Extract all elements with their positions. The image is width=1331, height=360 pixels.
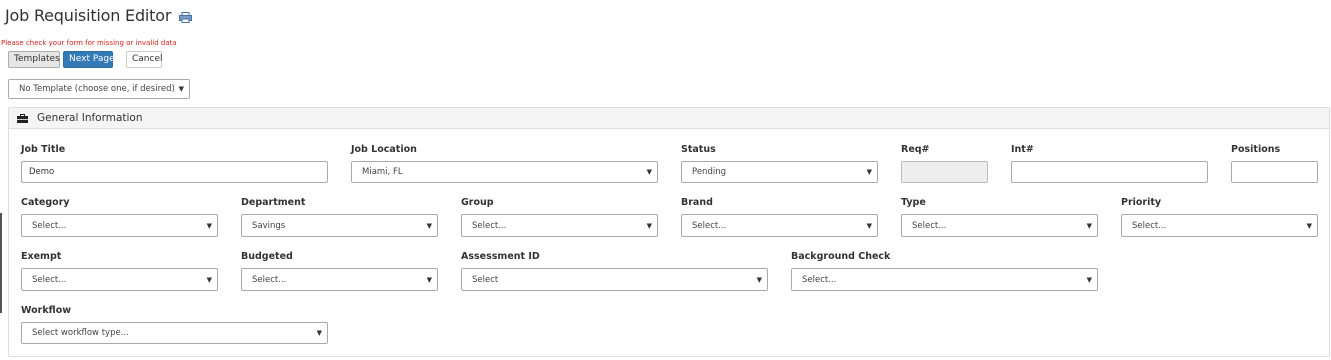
chevron-down-icon: ▼ xyxy=(646,168,652,176)
chevron-down-icon: ▼ xyxy=(178,85,184,93)
print-icon[interactable] xyxy=(179,11,193,23)
priority-value: Select... xyxy=(1132,220,1167,231)
cancel-button[interactable]: Cancel xyxy=(126,51,163,68)
group-value: Select... xyxy=(472,220,507,231)
chevron-down-icon: ▼ xyxy=(426,275,432,284)
chevron-down-icon: ▼ xyxy=(866,168,872,176)
briefcase-icon xyxy=(17,113,28,123)
int-number-input[interactable] xyxy=(1011,161,1208,183)
positions-label: Positions xyxy=(1231,144,1281,155)
templates-button[interactable]: Templates xyxy=(8,51,60,68)
department-select[interactable]: Savings ▼ xyxy=(241,214,438,237)
category-label: Category xyxy=(21,197,70,208)
workflow-label: Workflow xyxy=(21,305,72,316)
job-location-select[interactable]: Miami, FL ▼ xyxy=(351,161,658,183)
workflow-value: Select workflow type... xyxy=(32,328,129,338)
template-select[interactable]: No Template (choose one, if desired) ▼ xyxy=(8,79,190,99)
type-select[interactable]: Select... ▼ xyxy=(901,214,1098,237)
chevron-down-icon: ▼ xyxy=(866,221,872,230)
category-value: Select... xyxy=(32,220,67,231)
department-value: Savings xyxy=(252,220,286,231)
page-title: Job Requisition Editor xyxy=(5,6,172,25)
job-title-label: Job Title xyxy=(21,144,66,155)
chevron-down-icon: ▼ xyxy=(1306,221,1312,230)
title-row: Job Requisition Editor xyxy=(5,6,193,25)
req-number-input xyxy=(901,161,988,183)
status-value: Pending xyxy=(692,167,726,177)
status-label: Status xyxy=(681,144,716,155)
action-toolbar: Templates Next Page Cancel xyxy=(8,51,163,68)
status-select[interactable]: Pending ▼ xyxy=(681,161,878,183)
group-label: Group xyxy=(461,197,494,208)
exempt-value: Select... xyxy=(32,274,67,285)
assessment-id-label: Assessment ID xyxy=(461,251,540,262)
budgeted-value: Select... xyxy=(252,274,287,285)
exempt-label: Exempt xyxy=(21,251,62,262)
type-label: Type xyxy=(901,197,926,208)
background-check-select[interactable]: Select... ▼ xyxy=(791,268,1098,291)
panel-title: General Information xyxy=(37,112,143,124)
job-title-value: Demo xyxy=(29,167,55,177)
int-number-label: Int# xyxy=(1011,144,1034,155)
brand-label: Brand xyxy=(681,197,713,208)
scroll-edge xyxy=(0,213,2,313)
chevron-down-icon: ▼ xyxy=(756,275,762,284)
positions-input[interactable] xyxy=(1231,161,1318,183)
priority-select[interactable]: Select... ▼ xyxy=(1121,214,1318,237)
form-error-message: Please check your form for missing or in… xyxy=(1,39,177,47)
group-select[interactable]: Select... ▼ xyxy=(461,214,658,237)
chevron-down-icon: ▼ xyxy=(206,221,212,230)
panel-heading: General Information xyxy=(9,108,1329,129)
template-select-value: No Template (choose one, if desired) xyxy=(19,84,175,94)
chevron-down-icon: ▼ xyxy=(316,329,322,337)
budgeted-label: Budgeted xyxy=(241,251,293,262)
req-number-label: Req# xyxy=(901,144,930,155)
department-label: Department xyxy=(241,197,306,208)
exempt-select[interactable]: Select... ▼ xyxy=(21,268,218,291)
category-select[interactable]: Select... ▼ xyxy=(21,214,218,237)
job-title-input[interactable]: Demo xyxy=(21,161,328,183)
chevron-down-icon: ▼ xyxy=(426,221,432,230)
brand-value: Select... xyxy=(692,220,727,231)
priority-label: Priority xyxy=(1121,197,1162,208)
chevron-down-icon: ▼ xyxy=(1086,221,1092,230)
assessment-id-select[interactable]: Select ▼ xyxy=(461,268,768,291)
job-location-label: Job Location xyxy=(351,144,417,155)
chevron-down-icon: ▼ xyxy=(646,221,652,230)
background-check-label: Background Check xyxy=(791,251,891,262)
background-check-value: Select... xyxy=(802,274,837,285)
workflow-select[interactable]: Select workflow type... ▼ xyxy=(21,322,328,344)
chevron-down-icon: ▼ xyxy=(1086,275,1092,284)
type-value: Select... xyxy=(912,220,947,231)
next-page-button[interactable]: Next Page xyxy=(63,51,115,68)
assessment-id-value: Select xyxy=(472,274,499,285)
chevron-down-icon: ▼ xyxy=(206,275,212,284)
budgeted-select[interactable]: Select... ▼ xyxy=(241,268,438,291)
brand-select[interactable]: Select... ▼ xyxy=(681,214,878,237)
job-location-value: Miami, FL xyxy=(362,167,403,177)
